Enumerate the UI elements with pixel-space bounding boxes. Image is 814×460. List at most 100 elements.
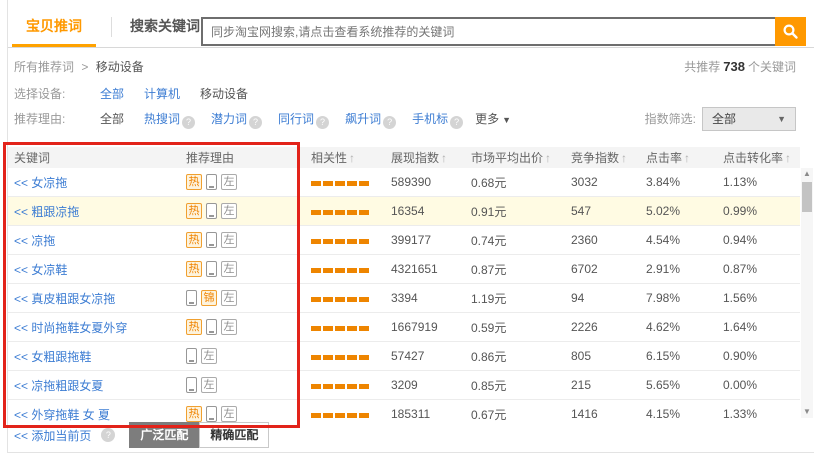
sort-asc-icon[interactable]: ↑: [545, 151, 551, 165]
tab-product-keywords[interactable]: 宝贝推词: [12, 8, 96, 47]
keyword-link[interactable]: << 外穿拖鞋 女 夏: [14, 408, 110, 422]
help-icon[interactable]: ?: [101, 428, 115, 442]
reason-option-surge[interactable]: 飙升词: [345, 112, 381, 126]
impressions-value: 4321651: [391, 262, 471, 276]
sort-asc-icon[interactable]: ↑: [684, 151, 690, 165]
competition-value: 2360: [571, 233, 646, 247]
reason-option-surge-wrap: 飙升词?: [345, 109, 412, 129]
vertical-scrollbar[interactable]: ▲ ▼: [801, 168, 813, 418]
competition-value: 547: [571, 204, 646, 218]
search-input[interactable]: [201, 17, 775, 46]
table-row[interactable]: << 真皮粗跟女凉拖 锦左 3394 1.19元 94 7.98% 1.56%: [8, 284, 800, 313]
header-ctr[interactable]: 点击率↑: [646, 149, 723, 166]
relevance-bars: [311, 204, 371, 218]
exact-match-button[interactable]: 精确匹配: [199, 422, 269, 448]
more-dropdown[interactable]: 更多▼: [475, 109, 511, 130]
table-row[interactable]: << 女粗跟拖鞋 左 57427 0.86元 805 6.15% 0.90%: [8, 342, 800, 371]
table-row[interactable]: << 粗跟凉拖 热左 16354 0.91元 547 5.02% 0.99%: [8, 197, 800, 226]
table-row[interactable]: << 女凉拖 热左 589390 0.68元 3032 3.84% 1.13%: [8, 168, 800, 197]
header-relevance[interactable]: 相关性↑: [311, 149, 391, 166]
search-icon: [782, 23, 799, 40]
table-row[interactable]: << 时尚拖鞋女夏外穿 热左 1667919 0.59元 2226 4.62% …: [8, 313, 800, 342]
tab-bar: 宝贝推词 搜索关键词: [8, 8, 814, 48]
tab-search-keywords[interactable]: 搜索关键词: [116, 8, 214, 44]
avg-price-value: 0.59元: [471, 319, 571, 336]
reason-badges: 热左: [186, 319, 311, 335]
table-row[interactable]: << 凉拖 热左 399177 0.74元 2360 4.54% 0.94%: [8, 226, 800, 255]
avg-price-value: 0.85元: [471, 377, 571, 394]
search-bar: [201, 17, 806, 46]
help-icon[interactable]: ?: [450, 116, 463, 129]
scrollbar-thumb[interactable]: [802, 182, 812, 212]
index-filter: 指数筛选: 全部 ▼: [645, 107, 796, 131]
relevance-bars: [311, 262, 371, 276]
keyword-link[interactable]: << 女粗跟拖鞋: [14, 350, 91, 364]
help-icon[interactable]: ?: [383, 116, 396, 129]
reason-badges: 热左: [186, 232, 311, 248]
jin-badge: 锦: [201, 290, 217, 306]
relevance-bars: [311, 349, 371, 363]
reason-filter-label: 推荐理由:: [14, 109, 100, 129]
index-filter-dropdown[interactable]: 全部 ▼: [702, 107, 796, 131]
footer-bar: << 添加当前页 ? 广泛匹配 精确匹配: [14, 421, 269, 449]
impressions-value: 16354: [391, 204, 471, 218]
add-current-page-link[interactable]: << 添加当前页: [14, 427, 91, 444]
impressions-value: 3394: [391, 291, 471, 305]
reason-option-mobiletag[interactable]: 手机标: [412, 112, 448, 126]
broad-match-button[interactable]: 广泛匹配: [129, 422, 199, 448]
help-icon[interactable]: ?: [316, 116, 329, 129]
keyword-link[interactable]: << 女凉拖: [14, 176, 67, 190]
header-competition[interactable]: 竞争指数↑: [571, 149, 646, 166]
keyword-link[interactable]: << 时尚拖鞋女夏外穿: [14, 321, 127, 335]
reason-option-hot-wrap: 热搜词?: [144, 109, 211, 129]
table-row[interactable]: << 凉拖粗跟女夏 左 3209 0.85元 215 5.65% 0.00%: [8, 371, 800, 400]
help-icon[interactable]: ?: [249, 116, 262, 129]
keyword-link[interactable]: << 凉拖: [14, 234, 55, 248]
left-badge: 左: [221, 319, 237, 335]
impressions-value: 57427: [391, 349, 471, 363]
header-cvr[interactable]: 点击转化率↑: [723, 149, 800, 166]
keyword-link[interactable]: << 真皮粗跟女凉拖: [14, 292, 115, 306]
chevron-down-icon: ▼: [502, 115, 511, 125]
relevance-bars: [311, 291, 371, 305]
breadcrumb-root[interactable]: 所有推荐词: [14, 60, 74, 74]
help-icon[interactable]: ?: [182, 116, 195, 129]
sort-asc-icon[interactable]: ↑: [349, 151, 355, 165]
cvr-value: 0.90%: [723, 349, 800, 363]
cvr-value: 0.87%: [723, 262, 800, 276]
breadcrumb-current: 移动设备: [96, 60, 144, 74]
device-option-pc[interactable]: 计算机: [144, 84, 180, 104]
impressions-value: 589390: [391, 175, 471, 189]
header-avg-price[interactable]: 市场平均出价↑: [471, 149, 571, 166]
search-button[interactable]: [775, 17, 806, 46]
cvr-value: 1.13%: [723, 175, 800, 189]
relevance-bars: [311, 175, 371, 189]
sort-asc-icon[interactable]: ↑: [441, 151, 447, 165]
left-badge: 左: [221, 406, 237, 422]
reason-option-all[interactable]: 全部: [100, 109, 124, 129]
table-row[interactable]: << 女凉鞋 热左 4321651 0.87元 6702 2.91% 0.87%: [8, 255, 800, 284]
competition-value: 94: [571, 291, 646, 305]
cvr-value: 1.56%: [723, 291, 800, 305]
sort-asc-icon[interactable]: ↑: [785, 151, 791, 165]
reason-option-hot[interactable]: 热搜词: [144, 112, 180, 126]
header-impressions[interactable]: 展现指数↑: [391, 149, 471, 166]
avg-price-value: 0.91元: [471, 203, 571, 220]
keyword-link[interactable]: << 女凉鞋: [14, 263, 67, 277]
scroll-down-icon[interactable]: ▼: [801, 406, 813, 418]
hot-badge: 热: [186, 406, 202, 422]
phone-icon: [206, 203, 217, 219]
device-option-all[interactable]: 全部: [100, 84, 124, 104]
scroll-up-icon[interactable]: ▲: [801, 168, 813, 180]
competition-value: 2226: [571, 320, 646, 334]
keyword-link[interactable]: << 凉拖粗跟女夏: [14, 379, 103, 393]
reason-option-potential[interactable]: 潜力词: [211, 112, 247, 126]
reason-option-peer[interactable]: 同行词: [278, 112, 314, 126]
header-reason: 推荐理由: [186, 149, 311, 166]
left-badge: 左: [201, 348, 217, 364]
keyword-link[interactable]: << 粗跟凉拖: [14, 205, 79, 219]
more-label: 更多: [475, 112, 499, 126]
device-option-mobile[interactable]: 移动设备: [200, 84, 248, 104]
sort-asc-icon[interactable]: ↑: [621, 151, 627, 165]
avg-price-value: 0.86元: [471, 348, 571, 365]
